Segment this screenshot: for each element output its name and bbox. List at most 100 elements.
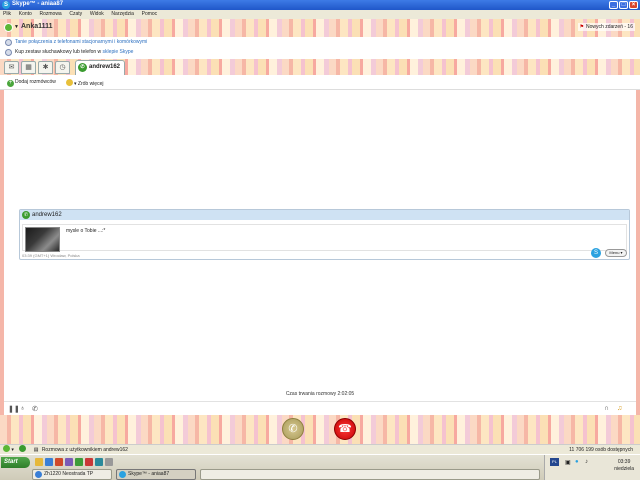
online-status-icon[interactable] (4, 23, 13, 32)
maximize-button[interactable]: □ (619, 1, 628, 9)
taskbar-item-skype[interactable]: Skype™ - aniaa87 (116, 469, 196, 480)
call-controls: ✆ ☎ (0, 415, 640, 444)
add-participants-label: Dodaj rozmówców (15, 79, 56, 85)
dialpad-icon: ▦ (25, 64, 32, 71)
profile-bar: ▼ Anka1111 ⚑ Nowych zdarzeń - 16 (0, 19, 640, 37)
taskbar-item-label: Zh1220 Neostrada TP (44, 471, 94, 477)
do-more-label: Zrób więcej (77, 81, 104, 87)
answer-button[interactable]: ✆ (282, 418, 304, 440)
skype-tray-icon[interactable]: ● (575, 459, 579, 465)
conversation-area: ✆ andrew162 mysle o Tobie ...:* 03:39 (G… (0, 90, 640, 415)
sparkle-icon: ✱ (42, 64, 49, 71)
tab-bar: ✉ ▦ ✱ ◷ ✆ andrew162 (0, 59, 640, 75)
events-button[interactable]: ⚑ Nowych zdarzeń - 16 (577, 23, 635, 31)
pause-icon[interactable]: ❚❚ (8, 405, 20, 413)
add-icon: + (7, 80, 14, 87)
tab-call-label: andrew162 (89, 64, 121, 70)
menu-call[interactable]: Rozmowa (36, 10, 64, 19)
taskbar-item-label: Skype™ - aniaa87 (128, 471, 170, 477)
chat-message-text: mysle o Tobie ...:* (66, 228, 106, 234)
menu-tools[interactable]: Narzędzia (108, 10, 137, 19)
volume-icon[interactable]: ♫ (617, 405, 622, 412)
start-button[interactable]: Start (1, 457, 30, 468)
promo-link-calls[interactable]: Tanie połączenia z telefonami stacjonarn… (15, 39, 147, 45)
volume-icon[interactable]: ♪ (585, 459, 588, 465)
skype-globe-icon (5, 49, 12, 56)
more-icon (66, 79, 73, 86)
flag-icon: ⚑ (579, 24, 585, 30)
shop-notice-text: Kup zestaw słuchawkowy lub telefon w (15, 49, 103, 55)
profile-username[interactable]: Anka1111 (21, 23, 53, 30)
clock-day: niedziela (614, 466, 634, 472)
promo-notice: Tanie połączenia z telefonami stacjonarn… (0, 37, 640, 47)
call-toolbar: ❚❚ ♁ ✆ ∩ ♫ (4, 401, 636, 415)
phone-icon: ✆ (78, 63, 87, 72)
call-transfer-icon[interactable]: ✆ (32, 405, 38, 413)
mail-icon: ✉ (8, 64, 15, 71)
chat-header: ✆ andrew162 (20, 210, 629, 220)
tab-history[interactable]: ◷ (55, 61, 70, 74)
show-desktop-icon[interactable] (105, 458, 113, 466)
clock-icon: ◷ (59, 64, 66, 71)
messenger-icon[interactable] (65, 458, 73, 466)
media-icon[interactable] (55, 458, 63, 466)
phone-icon: ✆ (22, 211, 30, 219)
system-tray: PL ▣ ● ♪ 03:39 niedziela (544, 455, 640, 480)
menu-file[interactable]: Plik (0, 10, 14, 19)
online-status-icon[interactable] (3, 445, 10, 452)
app-icon[interactable] (95, 458, 103, 466)
avatar (25, 227, 60, 252)
shop-link[interactable]: sklepie Skype (103, 49, 134, 55)
clock-time: 03:39 (617, 459, 631, 465)
add-participants-button[interactable]: + Dodaj rozmówców (7, 79, 56, 87)
tab-dialpad[interactable]: ▦ (21, 61, 36, 74)
tab-contacts[interactable]: ✉ (4, 61, 19, 74)
hang-up-button[interactable]: ☎ (334, 418, 356, 440)
hang-up-icon: ☎ (338, 423, 352, 435)
headset-icon[interactable]: ∩ (604, 405, 609, 412)
menu-help[interactable]: Pomoc (139, 10, 161, 19)
events-label: Nowych zdarzeń - 16 (586, 24, 633, 30)
do-more-button[interactable]: ▾ Zrób więcej (66, 79, 103, 87)
app-icon[interactable] (75, 458, 83, 466)
close-button[interactable]: × (629, 1, 638, 9)
chat-message-card: ✆ andrew162 mysle o Tobie ...:* 03:39 (G… (19, 209, 630, 260)
app-icon[interactable] (85, 458, 93, 466)
windows-taskbar: Start Zh1220 Neostrada TP Skype™ - aniaa… (0, 454, 640, 480)
skype-icon: S (2, 1, 10, 9)
menu-chats[interactable]: Czaty (66, 10, 85, 19)
minimize-button[interactable]: _ (609, 1, 618, 9)
window-title: Skype™ - aniaa87 (12, 1, 64, 7)
skype-globe-icon (5, 39, 12, 46)
taskbar-item-browser[interactable]: Zh1220 Neostrada TP (32, 469, 112, 480)
window-titlebar[interactable]: S Skype™ - aniaa87 _ □ × (0, 0, 640, 10)
chevron-down-icon[interactable]: ▾ (11, 447, 14, 453)
call-status-text: Rozmowa z użytkownikiem andrew162 (41, 447, 128, 453)
chevron-down-icon: ▾ (74, 81, 77, 87)
menu-bar: Plik Konto Rozmowa Czaty Widok Narzędzia… (0, 10, 640, 19)
call-status-icon: ▤ (33, 447, 39, 453)
folder-icon[interactable] (35, 458, 43, 466)
call-duration: Czas trwania rozmowy 2:02:05 (285, 391, 355, 397)
chat-meta: 03:39 (GMT+1) Wrocław, Polska (22, 253, 80, 258)
menu-view[interactable]: Widok (87, 10, 107, 19)
chat-contact-name[interactable]: andrew162 (32, 212, 62, 218)
chat-message-box: mysle o Tobie ...:* (22, 224, 627, 252)
tab-live[interactable]: ✱ (38, 61, 53, 74)
clock[interactable]: 03:39 niedziela (614, 459, 634, 473)
network-icon[interactable]: ▣ (565, 459, 571, 466)
chat-menu-button[interactable]: Menu ▾ (605, 249, 627, 257)
phone-icon: ✆ (288, 423, 298, 435)
tab-call[interactable]: ✆ andrew162 (75, 60, 125, 75)
menu-account[interactable]: Konto (16, 10, 35, 19)
call-action-bar: + Dodaj rozmówców ▾ Zrób więcej (0, 75, 640, 90)
browser-icon (35, 471, 42, 478)
phone-icon (19, 445, 27, 452)
language-indicator[interactable]: PL (550, 458, 559, 466)
skype-icon[interactable]: S (591, 248, 601, 258)
browser-icon[interactable] (45, 458, 53, 466)
chevron-down-icon[interactable]: ▼ (14, 24, 19, 30)
shop-notice: Kup zestaw słuchawkowy lub telefon w skl… (0, 47, 640, 57)
microphone-icon[interactable]: ♁ (20, 405, 25, 412)
skype-icon (119, 471, 126, 478)
